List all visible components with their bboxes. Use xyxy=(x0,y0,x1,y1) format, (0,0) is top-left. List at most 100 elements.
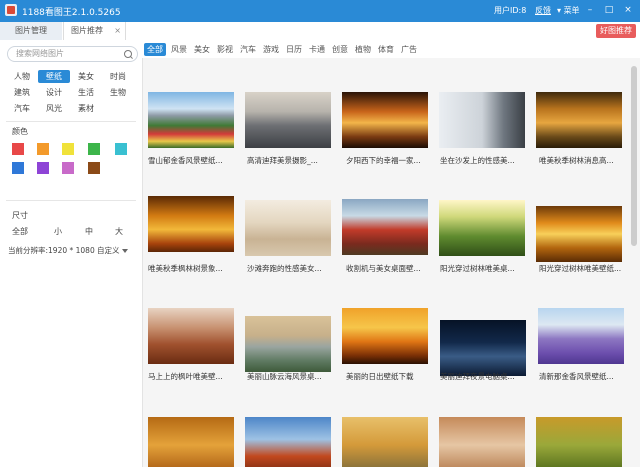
thumbnail-sun-through-trees[interactable] xyxy=(536,206,622,262)
size-section-label: 尺寸 xyxy=(12,211,28,220)
tab-image-recommend[interactable]: 图片推荐 × xyxy=(63,22,126,40)
scrollbar-thumb[interactable] xyxy=(631,66,637,246)
thumbnail-tree-tunnel[interactable] xyxy=(536,417,622,467)
category-life[interactable]: 生活 xyxy=(70,86,102,99)
filter-sports[interactable]: 体育 xyxy=(376,43,396,56)
thumbnail-dubai-aerial[interactable] xyxy=(245,92,331,148)
maximize-button[interactable]: □ xyxy=(603,4,615,16)
search-box xyxy=(7,46,138,62)
thumbnail-golden-gate[interactable] xyxy=(245,417,331,467)
filter-calendar[interactable]: 日历 xyxy=(284,43,304,56)
filter-games[interactable]: 游戏 xyxy=(261,43,281,56)
filter-cars[interactable]: 汽车 xyxy=(238,43,258,56)
size-large[interactable]: 大 xyxy=(107,226,131,237)
search-icon[interactable] xyxy=(124,50,132,58)
thumbnail-sunset-family[interactable] xyxy=(342,92,428,148)
color-swatch-red[interactable] xyxy=(12,143,24,155)
category-beauty[interactable]: 美女 xyxy=(70,70,102,83)
app-logo-icon xyxy=(5,4,17,16)
thumbnail-tile-wall[interactable] xyxy=(439,417,525,467)
filter-film[interactable]: 影视 xyxy=(215,43,235,56)
color-swatch-cyan[interactable] xyxy=(115,143,127,155)
current-resolution: 当前分辨率:1920 * 1080 xyxy=(8,246,95,255)
filter-all[interactable]: 全部 xyxy=(144,43,166,56)
close-window-button[interactable]: × xyxy=(622,4,634,16)
tab-bar: 图片管理 图片推荐 × 好图推荐 xyxy=(0,22,640,41)
filter-beauty[interactable]: 美女 xyxy=(192,43,212,56)
caption[interactable]: 美丽的日出壁纸下载 xyxy=(346,371,442,382)
filter-creative[interactable]: 创意 xyxy=(330,43,350,56)
thumbnail-woman-on-sofa[interactable] xyxy=(439,92,525,148)
tab-label: 图片推荐 xyxy=(71,26,103,35)
category-people[interactable]: 人物 xyxy=(6,70,38,83)
filter-ads[interactable]: 广告 xyxy=(399,43,419,56)
menu-button[interactable]: ▾ 菜单 xyxy=(557,5,580,16)
tab-close-icon[interactable]: × xyxy=(114,22,121,40)
size-all[interactable]: 全部 xyxy=(8,226,32,237)
caption[interactable]: 高清迪拜美景摄影_... xyxy=(247,155,343,166)
thumbnail-palm-sunrise[interactable] xyxy=(342,308,428,364)
thumbnail-maple-forest[interactable] xyxy=(148,196,234,252)
caption[interactable]: 阳光穿过树林唯美壁纸... xyxy=(539,263,628,274)
caption[interactable]: 阳光穿过树林唯美桌... xyxy=(440,263,536,274)
caption[interactable]: 唯美秋季枫林树景象... xyxy=(148,263,244,274)
menu-label: 菜单 xyxy=(563,6,580,15)
image-grid: 雪山郁金香风景壁纸... 高清迪拜美景摄影_... 夕阳西下的幸福一家... 坐… xyxy=(143,58,628,467)
thumbnail-maple-road[interactable] xyxy=(148,308,234,364)
custom-size-label: 自定义 xyxy=(97,246,120,255)
filter-bar: 全部 风景 美女 影视 汽车 游戏 日历 卡通 创意 植物 体育 广告 xyxy=(142,40,640,58)
thumbnail-sunlit-forest[interactable] xyxy=(439,200,525,256)
thumbnail-tulips-mountain[interactable] xyxy=(148,92,234,148)
thumbnail-autumn-park[interactable] xyxy=(342,417,428,467)
thumbnail-mountain-clouds[interactable] xyxy=(245,316,331,372)
thumbnail-dubai-night[interactable] xyxy=(440,320,526,376)
category-material[interactable]: 素材 xyxy=(70,102,102,115)
caption[interactable]: 坐在沙发上的性感美... xyxy=(440,155,536,166)
thumbnail-golden-waves[interactable] xyxy=(148,417,234,467)
category-cars[interactable]: 汽车 xyxy=(6,102,38,115)
category-design[interactable]: 设计 xyxy=(38,86,70,99)
caption[interactable]: 唯美秋季树林消息高... xyxy=(539,155,628,166)
hot-picks-button[interactable]: 好图推荐 xyxy=(596,24,636,38)
thumbnail-harvester-woman[interactable] xyxy=(342,199,428,255)
vertical-scrollbar[interactable] xyxy=(628,58,640,467)
caption[interactable]: 美丽山脉云海风景桌... xyxy=(247,371,343,382)
caption[interactable]: 马上上的枫叶唯美壁... xyxy=(148,371,244,382)
size-medium[interactable]: 中 xyxy=(77,226,101,237)
filter-plants[interactable]: 植物 xyxy=(353,43,373,56)
caption[interactable]: 雪山郁金香风景壁纸... xyxy=(148,155,244,166)
tab-image-manager[interactable]: 图片管理 xyxy=(0,22,62,40)
color-section-label: 颜色 xyxy=(12,127,28,136)
caption[interactable]: 夕阳西下的幸福一家... xyxy=(346,155,442,166)
color-swatch-brown[interactable] xyxy=(88,162,100,174)
caption[interactable]: 收割机与美女桌面壁... xyxy=(346,263,442,274)
search-input[interactable] xyxy=(16,49,121,58)
thumbnail-lavender-field[interactable] xyxy=(538,308,624,364)
feedback-link[interactable]: 反馈 xyxy=(535,5,551,16)
thumbnail-autumn-stream[interactable] xyxy=(536,92,622,148)
color-swatch-blue[interactable] xyxy=(12,162,24,174)
color-swatch-orange[interactable] xyxy=(37,143,49,155)
chevron-down-icon xyxy=(121,249,128,253)
custom-size-dropdown[interactable]: 自定义 xyxy=(97,245,128,256)
color-swatch-green[interactable] xyxy=(88,143,100,155)
category-architecture[interactable]: 建筑 xyxy=(6,86,38,99)
minimize-button[interactable]: – xyxy=(584,4,596,16)
size-small[interactable]: 小 xyxy=(46,226,70,237)
user-id-label: 用户ID:8 xyxy=(494,6,527,15)
color-swatch-purple[interactable] xyxy=(37,162,49,174)
thumbnail-beach-running[interactable] xyxy=(245,200,331,256)
caption[interactable]: 清新那金香风景壁纸... xyxy=(539,371,628,382)
category-wallpaper[interactable]: 壁纸 xyxy=(38,70,70,83)
category-creatures[interactable]: 生物 xyxy=(102,86,134,99)
category-fashion[interactable]: 时尚 xyxy=(102,70,134,83)
color-swatch-pink[interactable] xyxy=(62,162,74,174)
divider xyxy=(6,121,136,122)
category-scenery[interactable]: 风光 xyxy=(38,102,70,115)
color-swatch-yellow[interactable] xyxy=(62,143,74,155)
caption[interactable]: 沙滩奔跑的性感美女... xyxy=(247,263,343,274)
caption[interactable]: 美丽迪拜夜景电脑桌... xyxy=(440,371,536,382)
filter-scenery[interactable]: 风景 xyxy=(169,43,189,56)
filter-cartoon[interactable]: 卡通 xyxy=(307,43,327,56)
title-bar: 1188看图王2.1.0.5265 用户ID:8 反馈 ▾ 菜单 – □ × xyxy=(0,0,640,22)
